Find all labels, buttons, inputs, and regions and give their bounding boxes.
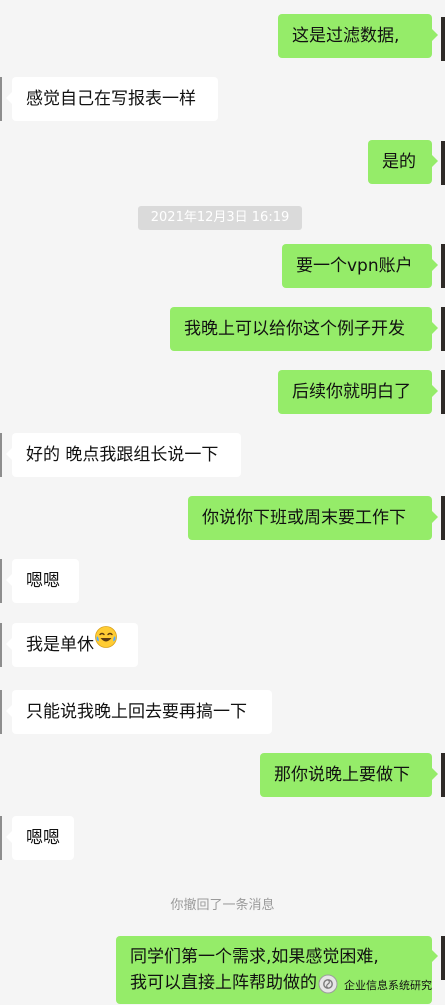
message-bubble-incoming[interactable]: 嗯嗯 (6, 559, 79, 603)
message-bubble-outgoing[interactable]: 是的 (368, 140, 438, 184)
message-bubble-outgoing[interactable]: 我晚上可以给你这个例子开发 (170, 307, 438, 351)
message-bubble-outgoing[interactable]: 后续你就明白了 (278, 370, 438, 414)
message-bubble-incoming[interactable]: 只能说我晚上回去要再搞一下 (6, 690, 272, 734)
contact-avatar[interactable] (0, 433, 2, 477)
contact-avatar[interactable] (0, 559, 2, 603)
message-text: 我是单休 (26, 635, 94, 655)
contact-avatar[interactable] (0, 77, 2, 121)
recall-notice: 你撤回了一条消息 (170, 898, 275, 913)
my-avatar[interactable] (441, 17, 445, 61)
message-bubble-incoming[interactable]: 我是单休 (6, 622, 138, 667)
message-bubble-outgoing[interactable]: 要一个vpn账户 (282, 244, 438, 288)
message-bubble-outgoing[interactable]: 这是过滤数据, (278, 14, 438, 58)
message-bubble-incoming[interactable]: 好的 晚点我跟组长说一下 (6, 433, 241, 477)
my-avatar[interactable] (441, 496, 445, 540)
contact-avatar[interactable] (0, 623, 2, 667)
message-bubble-incoming[interactable]: 感觉自己在写报表一样 (6, 77, 218, 121)
watermark: 企业信息系统研究 (318, 974, 432, 997)
my-avatar[interactable] (441, 307, 445, 351)
message-line: 同学们第一个需求,如果感觉困难, (130, 947, 379, 967)
my-avatar[interactable] (441, 753, 445, 797)
contact-avatar[interactable] (0, 816, 2, 860)
laughing-crying-emoji-icon (94, 622, 118, 666)
my-avatar[interactable] (441, 141, 445, 185)
my-avatar[interactable] (441, 936, 445, 980)
wechat-official-account-icon (318, 974, 338, 997)
message-bubble-incoming[interactable]: 嗯嗯 (6, 816, 74, 860)
watermark-text: 企业信息系统研究 (344, 979, 432, 992)
message-bubble-outgoing[interactable]: 你说你下班或周末要工作下 (188, 496, 438, 540)
message-bubble-outgoing[interactable]: 那你说晚上要做下 (260, 753, 438, 797)
my-avatar[interactable] (441, 244, 445, 288)
my-avatar[interactable] (441, 370, 445, 414)
contact-avatar[interactable] (0, 690, 2, 734)
timestamp: 2021年12月3日 16:19 (138, 206, 302, 230)
